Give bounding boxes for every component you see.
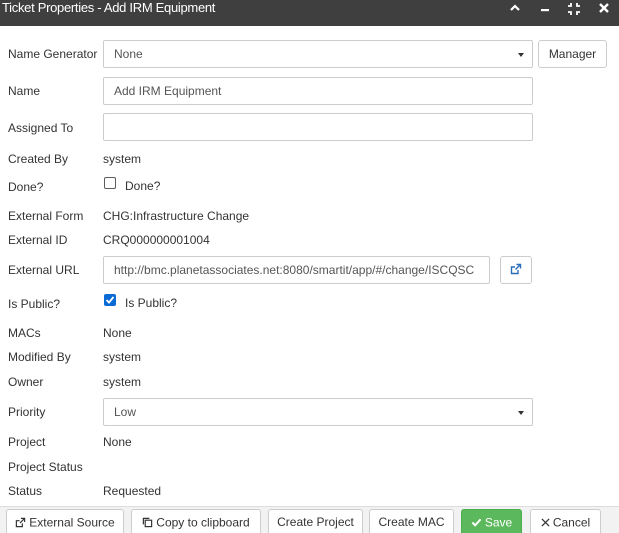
project-status-label: Project Status bbox=[8, 460, 83, 474]
priority-label: Priority bbox=[8, 405, 46, 419]
macs-value: None bbox=[103, 326, 132, 340]
name-generator-value: None bbox=[114, 47, 143, 61]
form-content: Name Generator None Manager Name Add IRM… bbox=[0, 26, 619, 506]
close-icon bbox=[594, 2, 614, 14]
copy-to-clipboard-button[interactable]: Copy to clipboard bbox=[131, 509, 261, 533]
priority-value: Low bbox=[114, 405, 137, 419]
minimize-icon bbox=[535, 2, 555, 14]
external-source-button[interactable]: External Source bbox=[6, 509, 124, 533]
done-label: Done? bbox=[8, 180, 44, 194]
project-value: None bbox=[103, 435, 132, 449]
dialog-footer: External Source Copy to clipboard Create… bbox=[0, 506, 619, 533]
is-public-checkbox[interactable] bbox=[104, 294, 116, 306]
close-icon bbox=[541, 518, 550, 527]
checkmark-icon bbox=[471, 517, 482, 528]
assigned-to-label: Assigned To bbox=[8, 121, 74, 135]
copy-icon bbox=[142, 517, 153, 528]
done-checkbox[interactable] bbox=[104, 177, 116, 189]
created-by-value: system bbox=[103, 152, 142, 166]
expand-icon bbox=[564, 2, 584, 16]
project-label: Project bbox=[8, 435, 46, 449]
external-url-input[interactable]: http://bmc.planetassociates.net:8080/sma… bbox=[103, 256, 490, 284]
name-input[interactable]: Add IRM Equipment bbox=[103, 77, 533, 105]
external-form-label: External Form bbox=[8, 209, 84, 223]
expand-button[interactable] bbox=[564, 2, 584, 18]
external-source-label: External Source bbox=[29, 515, 115, 530]
dialog-title: Ticket Properties - Add IRM Equipment bbox=[2, 0, 216, 15]
save-button[interactable]: Save bbox=[461, 509, 522, 533]
save-label: Save bbox=[484, 515, 513, 530]
name-generator-select[interactable]: None bbox=[103, 40, 533, 68]
copy-to-clipboard-label: Copy to clipboard bbox=[156, 515, 250, 530]
external-link-icon bbox=[510, 258, 522, 284]
created-by-label: Created By bbox=[8, 152, 69, 166]
close-button[interactable] bbox=[594, 2, 614, 18]
macs-label: MACs bbox=[8, 326, 41, 340]
modified-by-value: system bbox=[103, 350, 142, 364]
name-label: Name bbox=[8, 84, 41, 98]
manager-button[interactable]: Manager bbox=[538, 40, 607, 68]
status-value: Requested bbox=[103, 484, 162, 498]
status-label: Status bbox=[8, 484, 43, 498]
external-url-label: External URL bbox=[8, 263, 80, 277]
chevron-up-icon bbox=[505, 2, 525, 14]
modified-by-label: Modified By bbox=[8, 350, 71, 364]
external-form-value: CHG:Infrastructure Change bbox=[103, 209, 250, 223]
assigned-to-input[interactable] bbox=[103, 113, 533, 141]
external-id-value: CRQ000000001004 bbox=[103, 233, 210, 247]
cancel-button[interactable]: Cancel bbox=[530, 509, 601, 533]
external-id-label: External ID bbox=[8, 233, 68, 247]
cancel-label: Cancel bbox=[552, 515, 591, 530]
chevron-down-icon bbox=[518, 411, 524, 415]
owner-value: system bbox=[103, 375, 142, 389]
is-public-checkbox-label[interactable]: Is Public? bbox=[125, 296, 177, 310]
create-mac-button[interactable]: Create MAC bbox=[369, 509, 454, 533]
owner-label: Owner bbox=[8, 375, 44, 389]
done-checkbox-label[interactable]: Done? bbox=[125, 179, 160, 193]
dialog-titlebar: Ticket Properties - Add IRM Equipment bbox=[0, 0, 619, 26]
name-generator-label: Name Generator bbox=[8, 47, 98, 61]
open-external-url-button[interactable] bbox=[500, 256, 532, 284]
priority-select[interactable]: Low bbox=[103, 398, 533, 426]
collapse-button[interactable] bbox=[505, 2, 525, 18]
minimize-button[interactable] bbox=[535, 2, 555, 18]
is-public-label: Is Public? bbox=[8, 297, 61, 311]
external-link-icon bbox=[15, 517, 26, 528]
create-project-button[interactable]: Create Project bbox=[268, 509, 363, 533]
chevron-down-icon bbox=[518, 53, 524, 57]
